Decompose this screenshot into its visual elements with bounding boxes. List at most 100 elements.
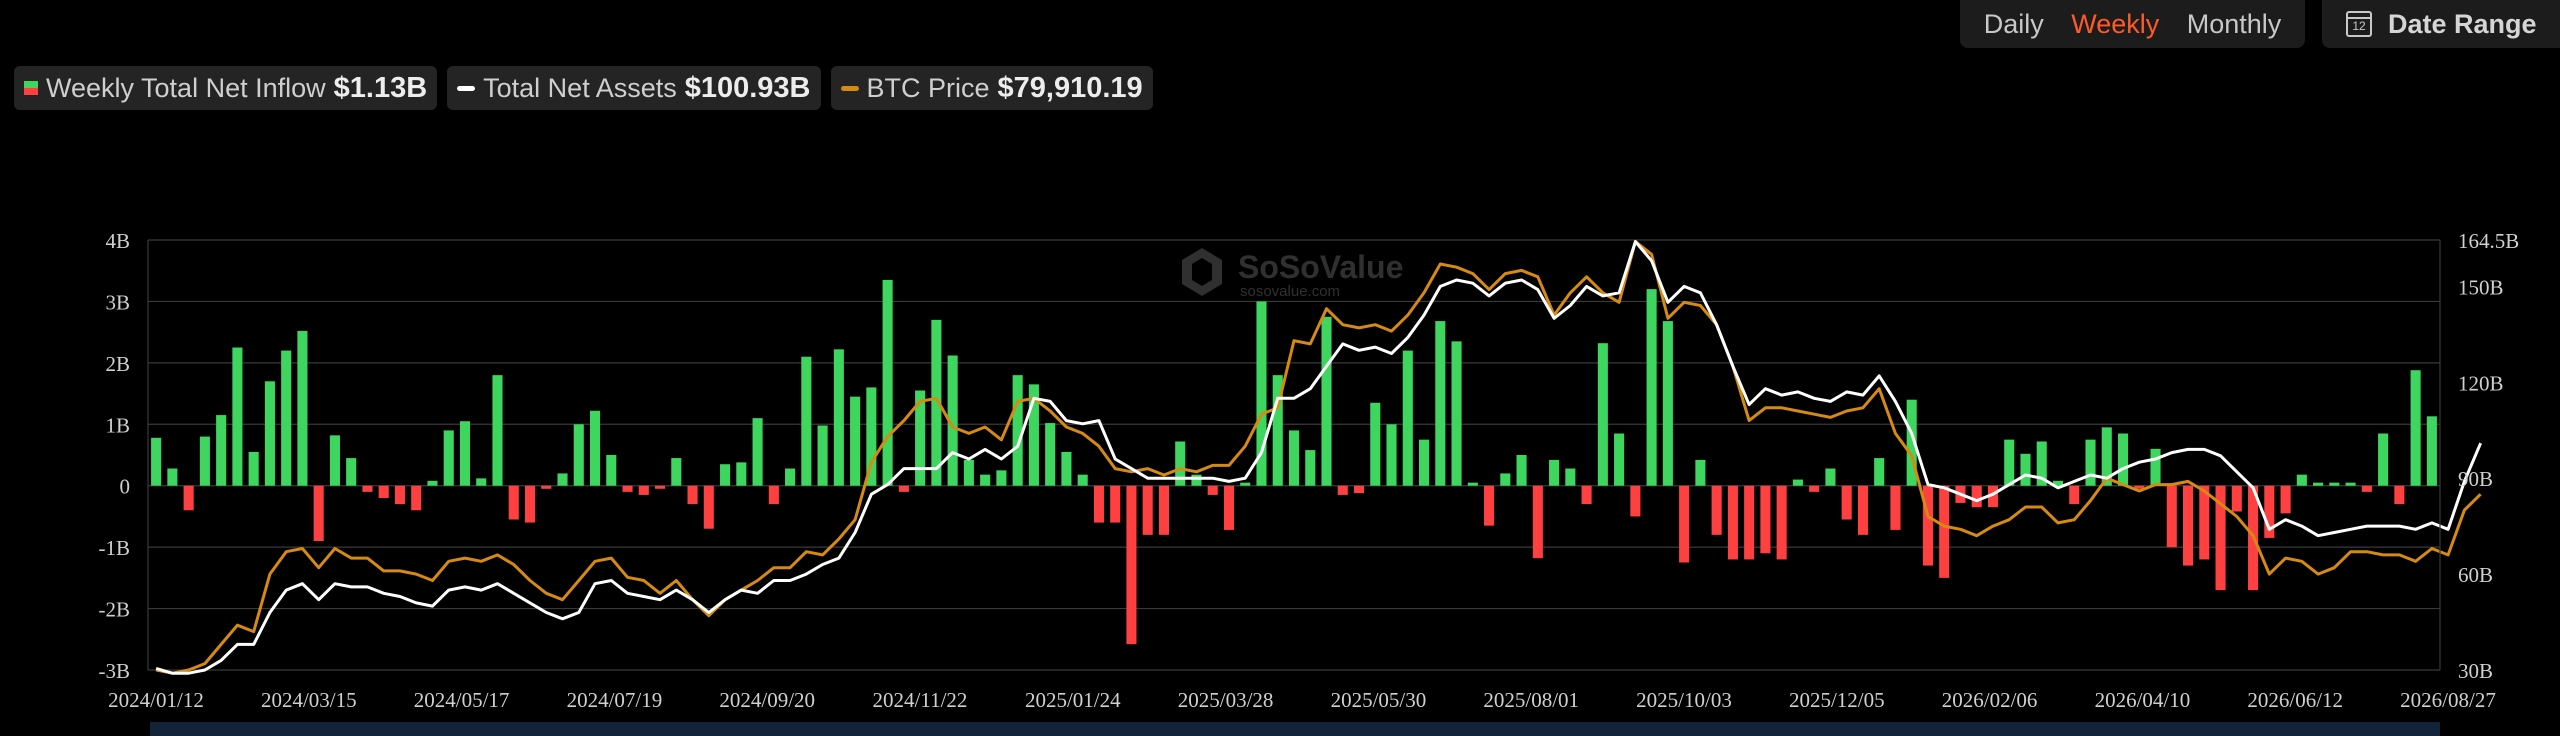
inflow-bar-positive bbox=[1402, 350, 1413, 486]
y-right-tick-label: 30B bbox=[2458, 659, 2493, 683]
x-tick-label: 2024/05/17 bbox=[414, 688, 510, 712]
inflow-bar-negative bbox=[2166, 485, 2177, 548]
inflow-bar-positive bbox=[329, 435, 340, 486]
inflow-bar-positive bbox=[1061, 451, 1072, 486]
x-tick-label: 2025/12/05 bbox=[1789, 688, 1885, 712]
x-tick-label: 2025/03/28 bbox=[1178, 688, 1274, 712]
inflow-bar-negative bbox=[378, 485, 389, 498]
etf-flow-chart: SoSoValue sosovalue.com 4B 3B 2B 1B 0 -1B -2B -… bbox=[99, 229, 2520, 712]
inflow-bar-positive bbox=[671, 458, 682, 486]
watermark-brand: SoSoValue bbox=[1238, 249, 1403, 285]
inflow-bar-positive bbox=[1012, 375, 1023, 486]
inflow-bar-negative bbox=[411, 485, 422, 511]
inflow-bar-negative bbox=[1939, 485, 1950, 578]
inflow-bar-negative bbox=[687, 485, 698, 505]
inflow-bar-positive bbox=[1386, 424, 1397, 486]
watermark-logo-icon bbox=[1182, 248, 1222, 296]
inflow-bar-positive bbox=[1874, 458, 1885, 486]
inflow-bar-negative bbox=[1223, 485, 1235, 530]
inflow-bar-positive bbox=[1321, 316, 1332, 486]
inflow-bar-negative bbox=[1630, 485, 1641, 517]
inflow-bar-negative bbox=[638, 485, 649, 495]
inflow-bar-positive bbox=[1240, 482, 1251, 486]
inflow-bar-positive bbox=[1695, 459, 1706, 486]
inflow-bar-negative bbox=[1353, 485, 1365, 494]
inflow-bar-positive bbox=[1305, 450, 1316, 486]
inflow-bar-positive bbox=[1614, 433, 1625, 486]
y-left-tick-label: -3B bbox=[99, 659, 131, 683]
x-tick-label: 2025/08/01 bbox=[1483, 688, 1579, 712]
y-right-tick-label: 150B bbox=[2458, 275, 2504, 299]
inflow-bar-positive bbox=[2150, 448, 2161, 486]
inflow-bar-negative bbox=[1727, 485, 1738, 560]
inflow-bar-positive bbox=[1288, 430, 1300, 486]
inflow-bar-positive bbox=[216, 415, 227, 486]
inflow-bar-negative bbox=[1679, 485, 1690, 563]
y-left-tick-label: 2B bbox=[105, 352, 130, 376]
inflow-bar-negative bbox=[1809, 485, 1820, 492]
inflow-bar-positive bbox=[589, 410, 601, 486]
inflow-bar-positive bbox=[1565, 468, 1576, 486]
inflow-bar-negative bbox=[394, 485, 405, 505]
inflow-bar-positive bbox=[232, 347, 243, 486]
watermark-site: sosovalue.com bbox=[1240, 283, 1340, 300]
inflow-bar-positive bbox=[1045, 423, 1056, 486]
inflow-bar-negative bbox=[655, 485, 666, 489]
y-left-tick-label: -1B bbox=[99, 536, 131, 560]
inflow-bar-positive bbox=[492, 375, 503, 486]
x-tick-label: 2025/10/03 bbox=[1636, 688, 1732, 712]
inflow-bar-positive bbox=[1191, 474, 1202, 486]
inflow-bar-negative bbox=[1142, 485, 1153, 535]
inflow-bar-positive bbox=[346, 458, 357, 486]
inflow-bar-negative bbox=[362, 485, 373, 492]
x-tick-label: 2026/04/10 bbox=[2095, 688, 2191, 712]
inflow-bar-positive bbox=[2296, 474, 2307, 486]
inflow-bar-positive bbox=[2410, 370, 2421, 486]
inflow-bar-negative bbox=[1158, 485, 1169, 535]
inflow-bars bbox=[151, 279, 2437, 645]
x-tick-label: 2024/01/12 bbox=[108, 688, 204, 712]
inflow-bar-positive bbox=[1419, 439, 1430, 486]
inflow-bar-positive bbox=[736, 462, 747, 486]
inflow-bar-negative bbox=[2361, 485, 2372, 492]
inflow-bar-negative bbox=[508, 485, 519, 520]
inflow-bar-negative bbox=[703, 485, 714, 529]
inflow-bar-positive bbox=[1792, 479, 1803, 486]
inflow-bar-negative bbox=[768, 485, 779, 505]
inflow-bar-positive bbox=[2313, 482, 2324, 486]
inflow-bar-positive bbox=[167, 468, 178, 486]
y-left-tick-label: 3B bbox=[105, 290, 130, 314]
inflow-bar-positive bbox=[963, 459, 974, 486]
inflow-bar-negative bbox=[1760, 485, 1771, 554]
y-left-tick-label: 1B bbox=[105, 413, 130, 437]
x-tick-label: 2024/03/15 bbox=[261, 688, 357, 712]
inflow-bar-negative bbox=[1337, 485, 1348, 495]
inflow-bar-positive bbox=[1451, 341, 1462, 486]
inflow-bar-positive bbox=[443, 430, 454, 486]
x-tick-label: 2025/05/30 bbox=[1331, 688, 1427, 712]
inflow-bar-positive bbox=[1500, 473, 1511, 486]
y-right-tick-label: 120B bbox=[2458, 371, 2504, 395]
inflow-bar-negative bbox=[2199, 485, 2210, 560]
inflow-bar-negative bbox=[2069, 485, 2080, 505]
inflow-bar-positive bbox=[817, 425, 828, 486]
inflow-bar-negative bbox=[1841, 485, 1852, 520]
y-right-tick-label: 164.5B bbox=[2458, 229, 2519, 253]
inflow-bar-positive bbox=[833, 349, 844, 486]
y-left-tick-label: -2B bbox=[99, 598, 131, 622]
inflow-bar-positive bbox=[2020, 453, 2031, 486]
inflow-bar-positive bbox=[980, 474, 991, 486]
inflow-bar-positive bbox=[427, 480, 438, 486]
x-tick-label: 2026/08/27 bbox=[2400, 688, 2496, 712]
watermark: SoSoValue sosovalue.com bbox=[1182, 248, 1403, 300]
y-right-tick-label: 90B bbox=[2458, 467, 2493, 491]
inflow-bar-positive bbox=[1467, 482, 1478, 486]
inflow-bar-positive bbox=[801, 356, 812, 486]
inflow-bar-positive bbox=[720, 464, 731, 486]
x-tick-label: 2026/02/06 bbox=[1942, 688, 2038, 712]
inflow-bar-positive bbox=[297, 330, 308, 486]
range-slider-strip[interactable] bbox=[150, 722, 2440, 736]
inflow-bar-positive bbox=[2085, 439, 2096, 486]
inflow-bar-negative bbox=[1581, 485, 1592, 505]
inflow-bar-positive bbox=[1516, 455, 1527, 486]
